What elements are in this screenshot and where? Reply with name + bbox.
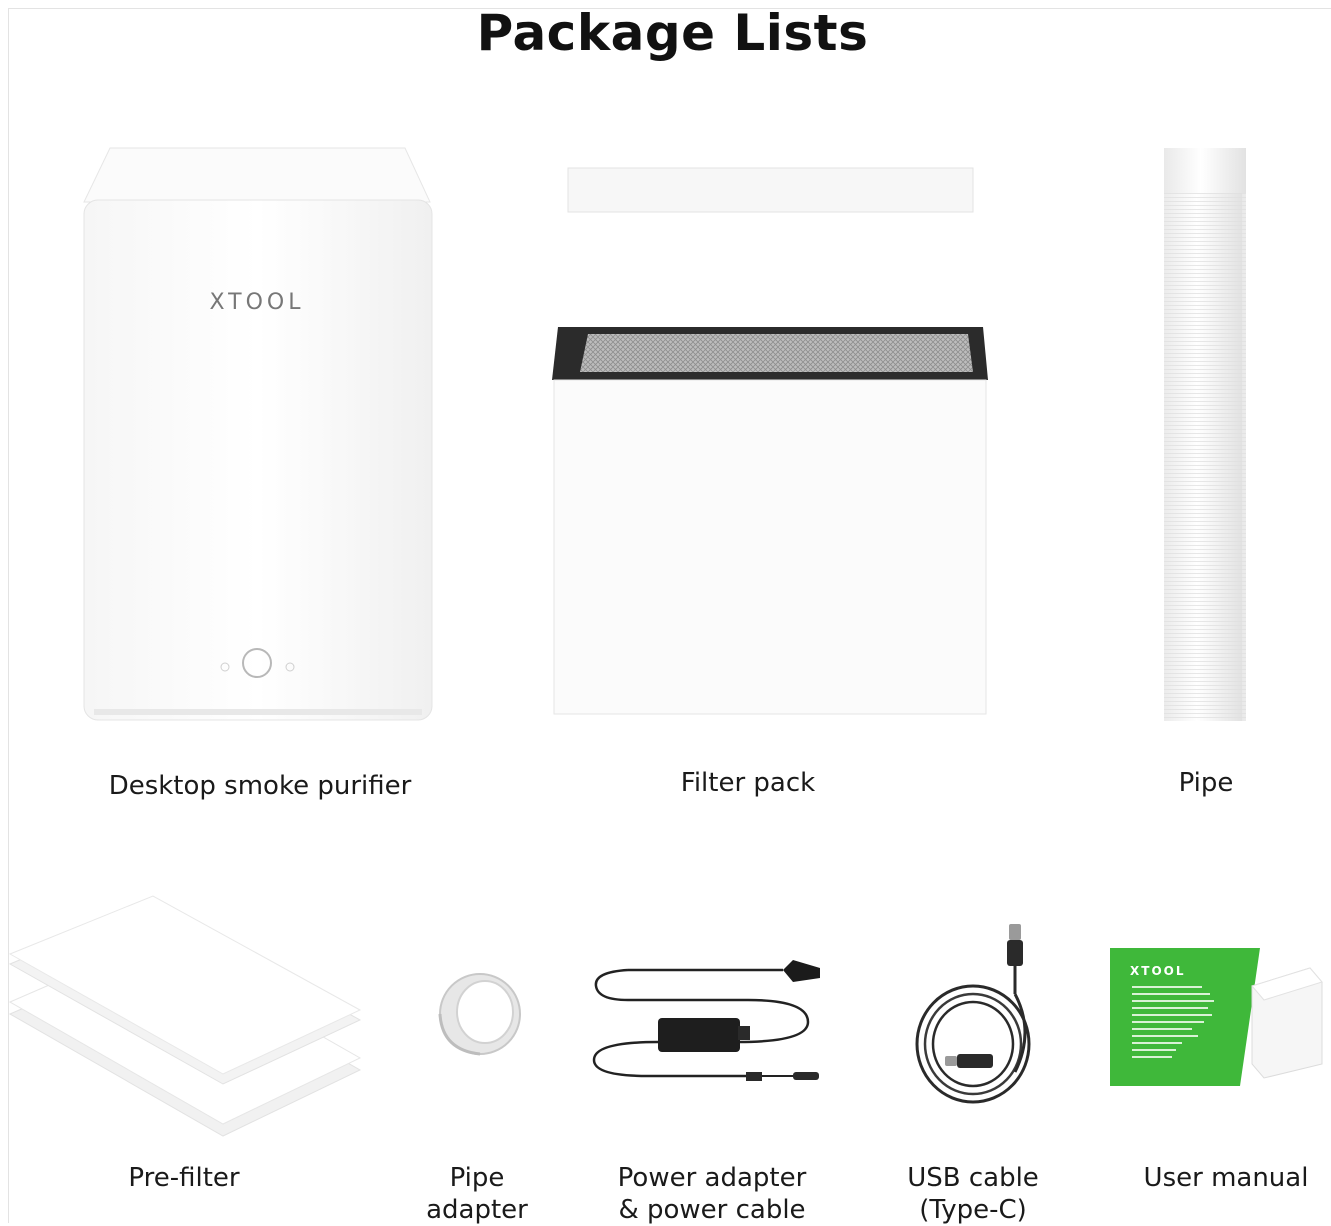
filter-pack-icon <box>552 167 988 715</box>
pre-filter-icon <box>8 895 362 1137</box>
purifier-logo: XTOOL <box>209 290 305 315</box>
item-label-power-adapter: Power adapter & power cable <box>617 1163 807 1225</box>
item-label-user-manual: User manual <box>1143 1163 1309 1193</box>
usb-cable-icon <box>915 924 1031 1104</box>
manual-logo: XTOOL <box>1130 964 1186 978</box>
purifier-icon <box>83 147 433 721</box>
item-label-usb-cable: USB cable (Type-C) <box>907 1163 1039 1225</box>
item-label-pre-filter: Pre-filter <box>128 1163 240 1193</box>
power-adapter-icon <box>592 960 820 1081</box>
page-title: Package Lists <box>476 4 869 62</box>
item-label-pipe-adapter: Pipe adapter <box>426 1163 528 1225</box>
item-label-desktop-smoke-purifier: Desktop smoke purifier <box>108 771 412 801</box>
pipe-icon <box>1164 148 1246 721</box>
item-label-filter-pack: Filter pack <box>680 768 816 798</box>
pipe-adapter-icon <box>438 973 521 1056</box>
item-label-pipe: Pipe <box>1178 768 1234 798</box>
manual-text-lines <box>1132 986 1214 1063</box>
